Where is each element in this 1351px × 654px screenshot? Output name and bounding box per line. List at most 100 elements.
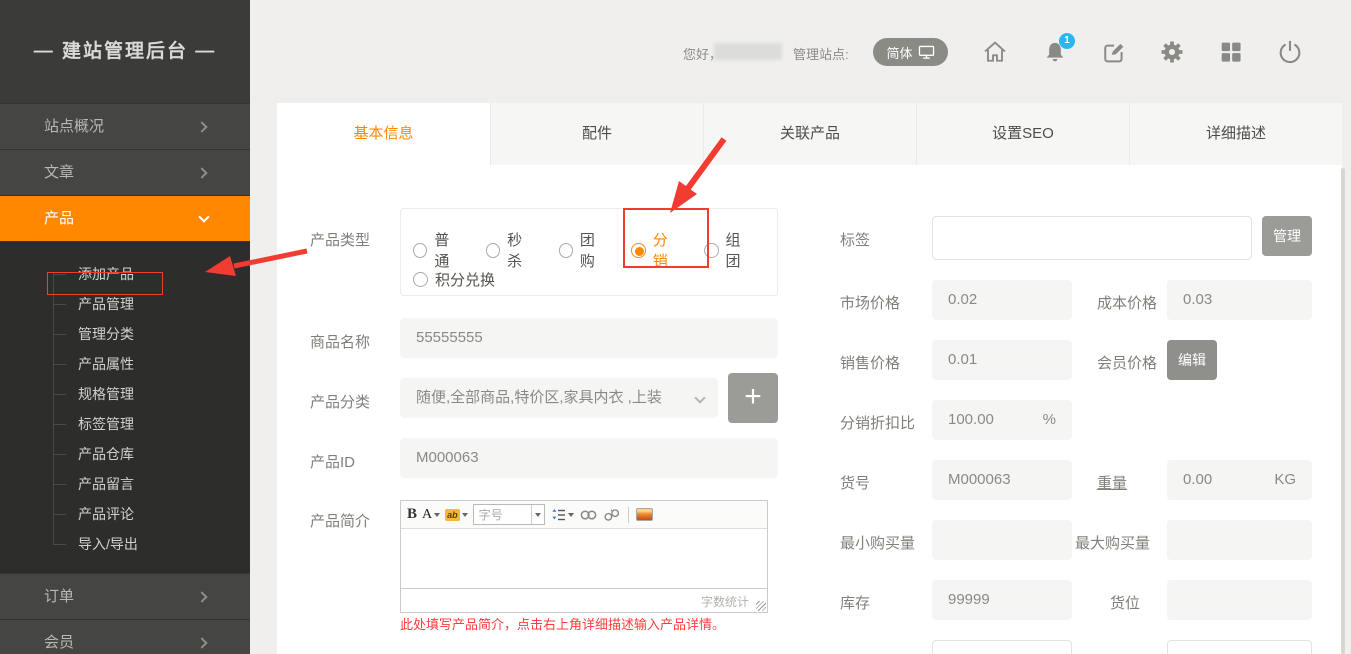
location-input[interactable] (1167, 580, 1312, 620)
home-icon[interactable] (981, 38, 1009, 66)
highlight-icon[interactable]: ab (445, 509, 468, 521)
resize-grip[interactable] (756, 601, 766, 611)
submenu-item-category-manage[interactable]: 管理分类 (0, 319, 250, 349)
distribution-ratio-input[interactable]: 100.00 % (932, 400, 1072, 440)
tags-input[interactable] (932, 216, 1252, 260)
sidebar-item-members[interactable]: 会员 (0, 619, 250, 654)
editor-toolbar: B A ab 字号 (401, 501, 767, 529)
submenu-item-add-product[interactable]: 添加产品 (0, 259, 250, 289)
submenu-item-import-export[interactable]: 导入/导出 (0, 529, 250, 559)
min-purchase-label: 最小购买量 (840, 532, 915, 553)
edit-icon[interactable] (1100, 38, 1128, 66)
gear-icon[interactable] (1158, 38, 1186, 66)
stock-label: 库存 (840, 592, 870, 613)
manage-tags-button[interactable]: 管理 (1262, 216, 1312, 256)
radio-normal[interactable]: 普通 (413, 229, 463, 271)
font-size-combobox[interactable]: 字号 (473, 504, 545, 525)
font-color-letter: A (422, 507, 432, 523)
min-purchase-input[interactable] (932, 520, 1072, 560)
edit-member-price-button[interactable]: 编辑 (1167, 340, 1217, 380)
radio-label: 秒杀 (507, 229, 535, 271)
highlight-glyph: ab (445, 509, 460, 521)
language-button[interactable]: 简体 (873, 38, 948, 66)
toolbar-separator (628, 507, 629, 523)
product-type-group: 普通 秒杀 团购 分销 组团 积分兑换 (400, 208, 778, 296)
weight-input[interactable]: 0.00 KG (1167, 460, 1312, 500)
radio-group-buy[interactable]: 团购 (559, 229, 609, 271)
radio-icon (486, 243, 500, 258)
radio-points-exchange[interactable]: 积分兑换 (413, 269, 495, 290)
scrollbar[interactable] (1341, 168, 1345, 654)
insert-image-icon[interactable] (636, 508, 653, 521)
submenu-label: 标签管理 (78, 416, 134, 432)
unlink-icon[interactable] (603, 507, 621, 523)
intro-hint-text: 此处填写产品简介，点击右上角详细描述输入产品详情。 (400, 614, 725, 633)
font-color-icon[interactable]: A (422, 507, 440, 523)
radio-icon (631, 243, 645, 258)
product-id-input[interactable]: M000063 (400, 438, 778, 478)
submenu-label: 导入/导出 (78, 536, 138, 552)
submenu-item-product-reviews[interactable]: 产品评论 (0, 499, 250, 529)
product-id-label: 产品ID (310, 451, 355, 472)
sidebar-item-label: 文章 (44, 164, 74, 181)
item-no-label: 货号 (840, 472, 870, 493)
radio-team-buy[interactable]: 组团 (704, 229, 754, 271)
tab-detailed-description[interactable]: 详细描述 (1129, 103, 1342, 165)
extra-input-left[interactable] (932, 640, 1072, 654)
add-category-button[interactable]: + (728, 373, 778, 423)
chevron-right-icon (196, 121, 207, 132)
radio-flash-sale[interactable]: 秒杀 (486, 229, 536, 271)
ratio-value: 100.00 (948, 411, 994, 428)
submenu-item-product-attrs[interactable]: 产品属性 (0, 349, 250, 379)
radio-icon (559, 243, 573, 258)
item-no-input[interactable]: M000063 (932, 460, 1072, 500)
sidebar-item-products[interactable]: 产品 (0, 195, 250, 241)
submenu-item-product-warehouse[interactable]: 产品仓库 (0, 439, 250, 469)
submenu-item-product-manage[interactable]: 产品管理 (0, 289, 250, 319)
weight-label: 重量 (1097, 472, 1127, 493)
font-size-dropdown-button[interactable] (531, 505, 544, 524)
extra-input-right[interactable] (1167, 640, 1312, 654)
submenu-label: 管理分类 (78, 326, 134, 342)
tab-basic-info[interactable]: 基本信息 (277, 103, 490, 165)
link-icon[interactable] (579, 507, 598, 523)
submenu-item-tag-manage[interactable]: 标签管理 (0, 409, 250, 439)
sidebar-item-label: 订单 (44, 588, 74, 605)
market-price-input[interactable]: 0.02 (932, 280, 1072, 320)
stock-input[interactable]: 99999 (932, 580, 1072, 620)
caret-down-icon (434, 513, 440, 517)
submenu-item-spec-manage[interactable]: 规格管理 (0, 379, 250, 409)
submenu-item-product-messages[interactable]: 产品留言 (0, 469, 250, 499)
tab-related-products[interactable]: 关联产品 (703, 103, 916, 165)
username-redacted (714, 43, 782, 60)
grid-icon[interactable] (1217, 38, 1245, 66)
radio-icon (413, 272, 428, 287)
radio-label: 组团 (726, 229, 754, 271)
tab-seo-settings[interactable]: 设置SEO (916, 103, 1129, 165)
bold-icon[interactable]: B (407, 506, 417, 523)
radio-distribution[interactable]: 分销 (631, 229, 681, 271)
editor-content-area[interactable] (401, 529, 767, 588)
percent-unit: % (1043, 400, 1056, 440)
product-category-select[interactable]: 随便,全部商品,特价区,家具内衣 ,上装 (400, 378, 718, 418)
max-purchase-input[interactable] (1167, 520, 1312, 560)
product-name-input[interactable]: 55555555 (400, 318, 778, 358)
line-height-icon[interactable] (550, 507, 574, 523)
max-purchase-label: 最大购买量 (1075, 532, 1150, 553)
power-icon[interactable] (1276, 38, 1304, 66)
sidebar-item-orders[interactable]: 订单 (0, 573, 250, 619)
chevron-down-icon (198, 211, 209, 222)
member-price-label: 会员价格 (1097, 352, 1157, 373)
sidebar-item-site-overview[interactable]: 站点概况 (0, 103, 250, 149)
sale-price-input[interactable]: 0.01 (932, 340, 1072, 380)
location-label: 货位 (1110, 592, 1140, 613)
chevron-right-icon (196, 591, 207, 602)
tab-accessories[interactable]: 配件 (490, 103, 703, 165)
cost-price-input[interactable]: 0.03 (1167, 280, 1312, 320)
product-category-label: 产品分类 (310, 391, 370, 412)
product-type-label: 产品类型 (310, 229, 370, 250)
sidebar-item-articles[interactable]: 文章 (0, 149, 250, 195)
radio-icon (704, 243, 718, 258)
submenu-label: 规格管理 (78, 386, 134, 402)
radio-label: 积分兑换 (435, 269, 495, 290)
